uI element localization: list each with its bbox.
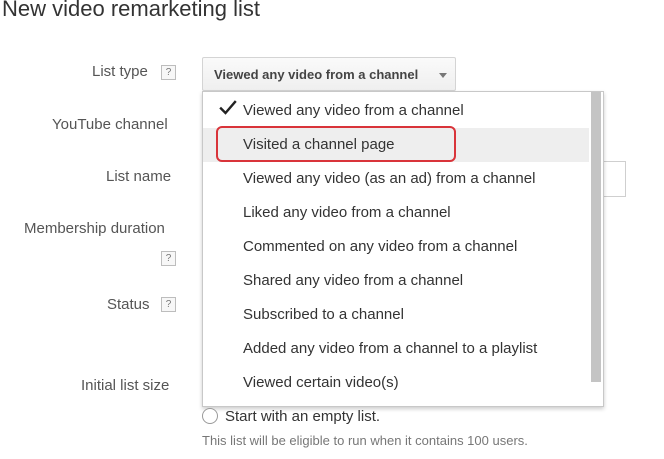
menu-item-label: Viewed any video (as an ad) from a chann… [243,170,536,187]
list-type-selected-value: Viewed any video from a channel [214,67,419,82]
annotation-highlight [216,126,456,162]
menu-item-shared[interactable]: Shared any video from a channel [203,264,589,298]
menu-item-label: Commented on any video from a channel [243,238,518,255]
list-type-help-icon[interactable]: ? [161,65,176,80]
menu-item-liked-video[interactable]: Liked any video from a channel [203,196,589,230]
menu-item-label: Liked any video from a channel [243,204,451,221]
membership-duration-help-icon[interactable]: ? [161,251,176,266]
youtube-channel-label: YouTube channel [52,116,168,133]
empty-list-radio-label[interactable]: Start with an empty list. [225,408,380,425]
dropdown-scrollbar[interactable] [591,92,601,382]
menu-item-commented[interactable]: Commented on any video from a channel [203,230,589,264]
list-type-label: List type [92,63,148,80]
checkmark-icon [219,100,237,115]
menu-item-label: Added any video from a channel to a play… [243,340,538,357]
eligibility-note: This list will be eligible to run when i… [202,433,528,448]
status-label: Status [107,296,150,313]
chevron-down-icon [439,73,447,78]
menu-item-label: Viewed any video from a channel [243,102,464,119]
menu-item-label: Viewed certain video(s) [243,374,399,391]
menu-item-viewed-certain-videos[interactable]: Viewed certain video(s) [203,366,589,400]
list-name-label: List name [106,168,172,185]
membership-duration-label: Membership duration [24,220,165,237]
empty-list-radio[interactable] [202,408,218,424]
initial-list-size-label: Initial list size [81,377,170,394]
status-help-icon[interactable]: ? [161,297,176,312]
menu-item-viewed-any-video[interactable]: Viewed any video from a channel [203,94,589,128]
menu-item-label: Subscribed to a channel [243,306,404,323]
menu-item-viewed-as-ad[interactable]: Viewed any video (as an ad) from a chann… [203,162,589,196]
menu-item-added-to-playlist[interactable]: Added any video from a channel to a play… [203,332,589,366]
menu-item-subscribed[interactable]: Subscribed to a channel [203,298,589,332]
menu-item-label: Shared any video from a channel [243,272,464,289]
page-title: New video remarketing list [2,0,260,21]
list-type-select[interactable]: Viewed any video from a channel [202,57,456,91]
